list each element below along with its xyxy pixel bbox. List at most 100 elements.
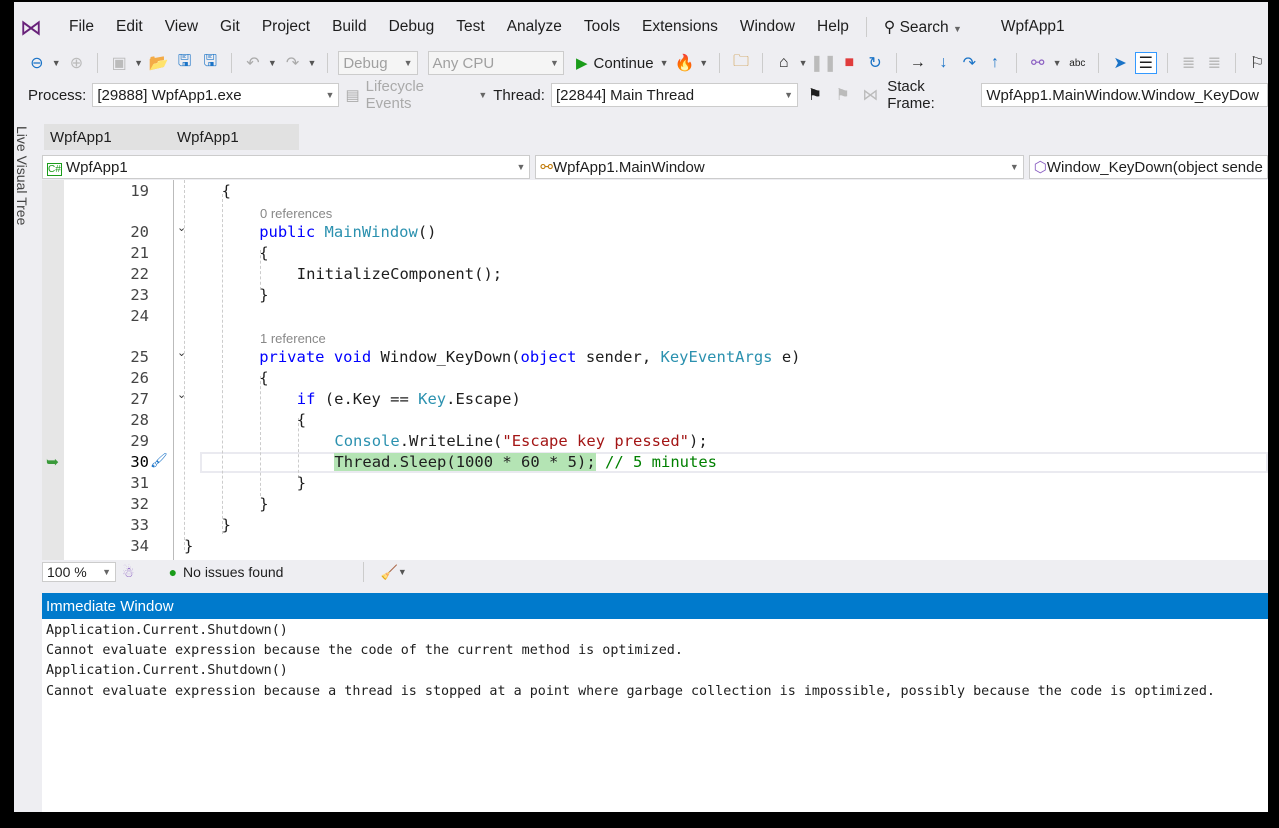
immediate-line: Cannot evaluate expression because a thr… [46,683,1215,699]
find-in-files-icon[interactable]: 🗀 [730,52,752,74]
outdent-icon[interactable]: ≣ [1203,52,1225,74]
immediate-window-output[interactable]: Application.Current.Shutdown() Cannot ev… [42,619,1268,812]
quick-actions-brush-icon[interactable]: 🖌 [150,453,168,469]
hot-reload-icon[interactable]: 🔥 [674,52,696,74]
standard-toolbar: ⊖ ▼ ⊕ ▣ ▼ 📂 🖫 🖫 ↶ ▼ ↷ ▼ Debug ▼ Any CPU ▼ ▶ Con… [14,48,1268,78]
code-token: } [184,537,194,555]
code-line: 22 InitializeComponent(); [42,265,1268,286]
indent-icon[interactable]: ≣ [1178,52,1200,74]
menu-tools[interactable]: Tools [573,18,631,36]
menu-extensions[interactable]: Extensions [631,18,729,36]
save-icon[interactable]: 🖫 [174,52,196,74]
save-all-icon[interactable]: 🖫 [199,52,221,74]
line-number: 26 [130,369,149,387]
immediate-line: Cannot evaluate expression because the c… [46,643,683,659]
lifecycle-events-button[interactable]: ▤ Lifecycle Events ▼ [345,78,487,112]
continue-button[interactable]: ▶ Continue ▼ [576,54,670,73]
code-token: { [221,182,231,200]
references-link[interactable]: 0 references [260,206,332,221]
code-token: if [296,390,325,408]
menu-git[interactable]: Git [209,18,251,36]
configuration-select[interactable]: Debug ▼ [338,51,418,75]
undo-icon[interactable]: ↶ [242,52,264,74]
thread-select[interactable]: [22844] Main Thread ▼ [550,83,799,107]
bookmark-icon[interactable]: ⚐ [1246,52,1268,74]
chevron-down-icon[interactable]: ▼ [799,58,809,68]
window-layout-icon[interactable]: ⌂ [773,52,795,74]
chevron-down-icon: ▼ [102,567,111,577]
line-number: 33 [130,516,149,534]
zoom-select[interactable]: 100 % ▼ [42,562,116,582]
menu-edit[interactable]: Edit [105,18,154,36]
intellicode-icon[interactable]: ☃ [122,564,135,581]
code-token: } [296,474,307,492]
code-token: (e.Key == [324,390,419,408]
process-select[interactable]: [29888] WpfApp1.exe ▼ [92,83,340,107]
flag-all-threads-icon[interactable]: ⚑ [832,84,854,106]
code-lens-references: 1 reference [42,328,1268,349]
immediate-line: Application.Current.Shutdown() [46,623,288,638]
select-element-icon[interactable]: ➤ [1109,52,1131,74]
tab-wpfapp1[interactable]: WpfApp1 [44,129,171,146]
chevron-down-icon[interactable]: ▼ [52,58,62,68]
menu-view[interactable]: View [154,18,209,36]
step-out-icon[interactable]: ↑ [984,52,1006,74]
solution-title: WpfApp1 [1000,18,1065,35]
code-cleanup-icon[interactable]: 🧹 [380,564,397,581]
code-text: { [297,411,306,429]
issues-status[interactable]: No issues found [183,564,283,580]
project-select[interactable]: C# WpfApp1 ▼ [42,155,531,179]
chevron-down-icon: ▼ [784,90,794,100]
new-project-icon[interactable]: ▣ [108,52,130,74]
code-token: KeyEventArgs [660,348,773,366]
menu-help[interactable]: Help [806,18,860,36]
stop-icon[interactable]: ■ [838,52,860,74]
chevron-down-icon[interactable]: ▼ [134,58,144,68]
open-folder-icon[interactable]: 📂 [148,52,170,74]
step-over-icon[interactable]: ↷ [958,52,980,74]
track-element-icon[interactable]: ☰ [1134,52,1157,74]
chevron-down-icon[interactable]: ▼ [398,567,408,577]
menu-analyze[interactable]: Analyze [496,18,573,36]
code-text: InitializeComponent(); [297,265,502,283]
chevron-down-icon[interactable]: ▼ [307,58,317,68]
step-into-icon[interactable]: ↓ [933,52,955,74]
chevron-down-icon[interactable]: ▼ [699,58,709,68]
stack-frame-select[interactable]: WpfApp1.MainWindow.Window_KeyDow [981,83,1268,107]
menu-build[interactable]: Build [321,18,377,36]
code-line: 34} [42,537,1268,558]
collapse-icon[interactable]: ⌄ [177,346,186,359]
restart-icon[interactable]: ↻ [864,52,886,74]
class-select[interactable]: ⚯WpfApp1.MainWindow ▼ [535,155,1024,179]
search-button[interactable]: ⚲ Search ▼ [873,18,973,37]
collapse-icon[interactable]: ⌄ [177,221,186,234]
diagnostics-icon[interactable]: ⚯ [1027,52,1049,74]
menu-debug[interactable]: Debug [378,18,446,36]
flag-thread-icon[interactable]: ⚑ [804,84,826,106]
chevron-down-icon[interactable]: ▼ [268,58,278,68]
collapse-icon[interactable]: ⌄ [177,388,186,401]
divider [761,53,763,73]
spell-check-icon[interactable]: abc [1066,52,1088,74]
code-line: 28 { [42,411,1268,432]
show-next-statement-icon[interactable]: → [907,52,929,74]
menu-window[interactable]: Window [729,18,806,36]
show-threads-icon[interactable]: ⋈ [860,84,882,106]
tab-wpfapp1-second[interactable]: WpfApp1 [171,129,298,146]
member-select[interactable]: ⬡Window_KeyDown(object sende [1028,155,1268,179]
references-link[interactable]: 1 reference [260,331,326,346]
chevron-down-icon[interactable]: ▼ [1053,58,1063,68]
lifecycle-label: Lifecycle Events [365,78,425,112]
live-visual-tree-tab[interactable]: Live Visual Tree [14,122,30,242]
menu-project[interactable]: Project [251,18,321,36]
line-number: 27 [130,390,149,408]
menu-file[interactable]: File [58,18,105,36]
platform-select[interactable]: Any CPU ▼ [427,51,564,75]
redo-icon[interactable]: ↷ [282,52,304,74]
code-editor[interactable]: 19 {0 references 20 ⌄ public MainWindow() 21 {… [42,180,1268,560]
navigate-forward-icon[interactable]: ⊕ [66,52,88,74]
navigate-back-icon[interactable]: ⊖ [26,52,48,74]
menu-test[interactable]: Test [445,18,495,36]
pause-icon[interactable]: ❚❚ [810,52,837,74]
code-line: 33} [42,516,1268,537]
